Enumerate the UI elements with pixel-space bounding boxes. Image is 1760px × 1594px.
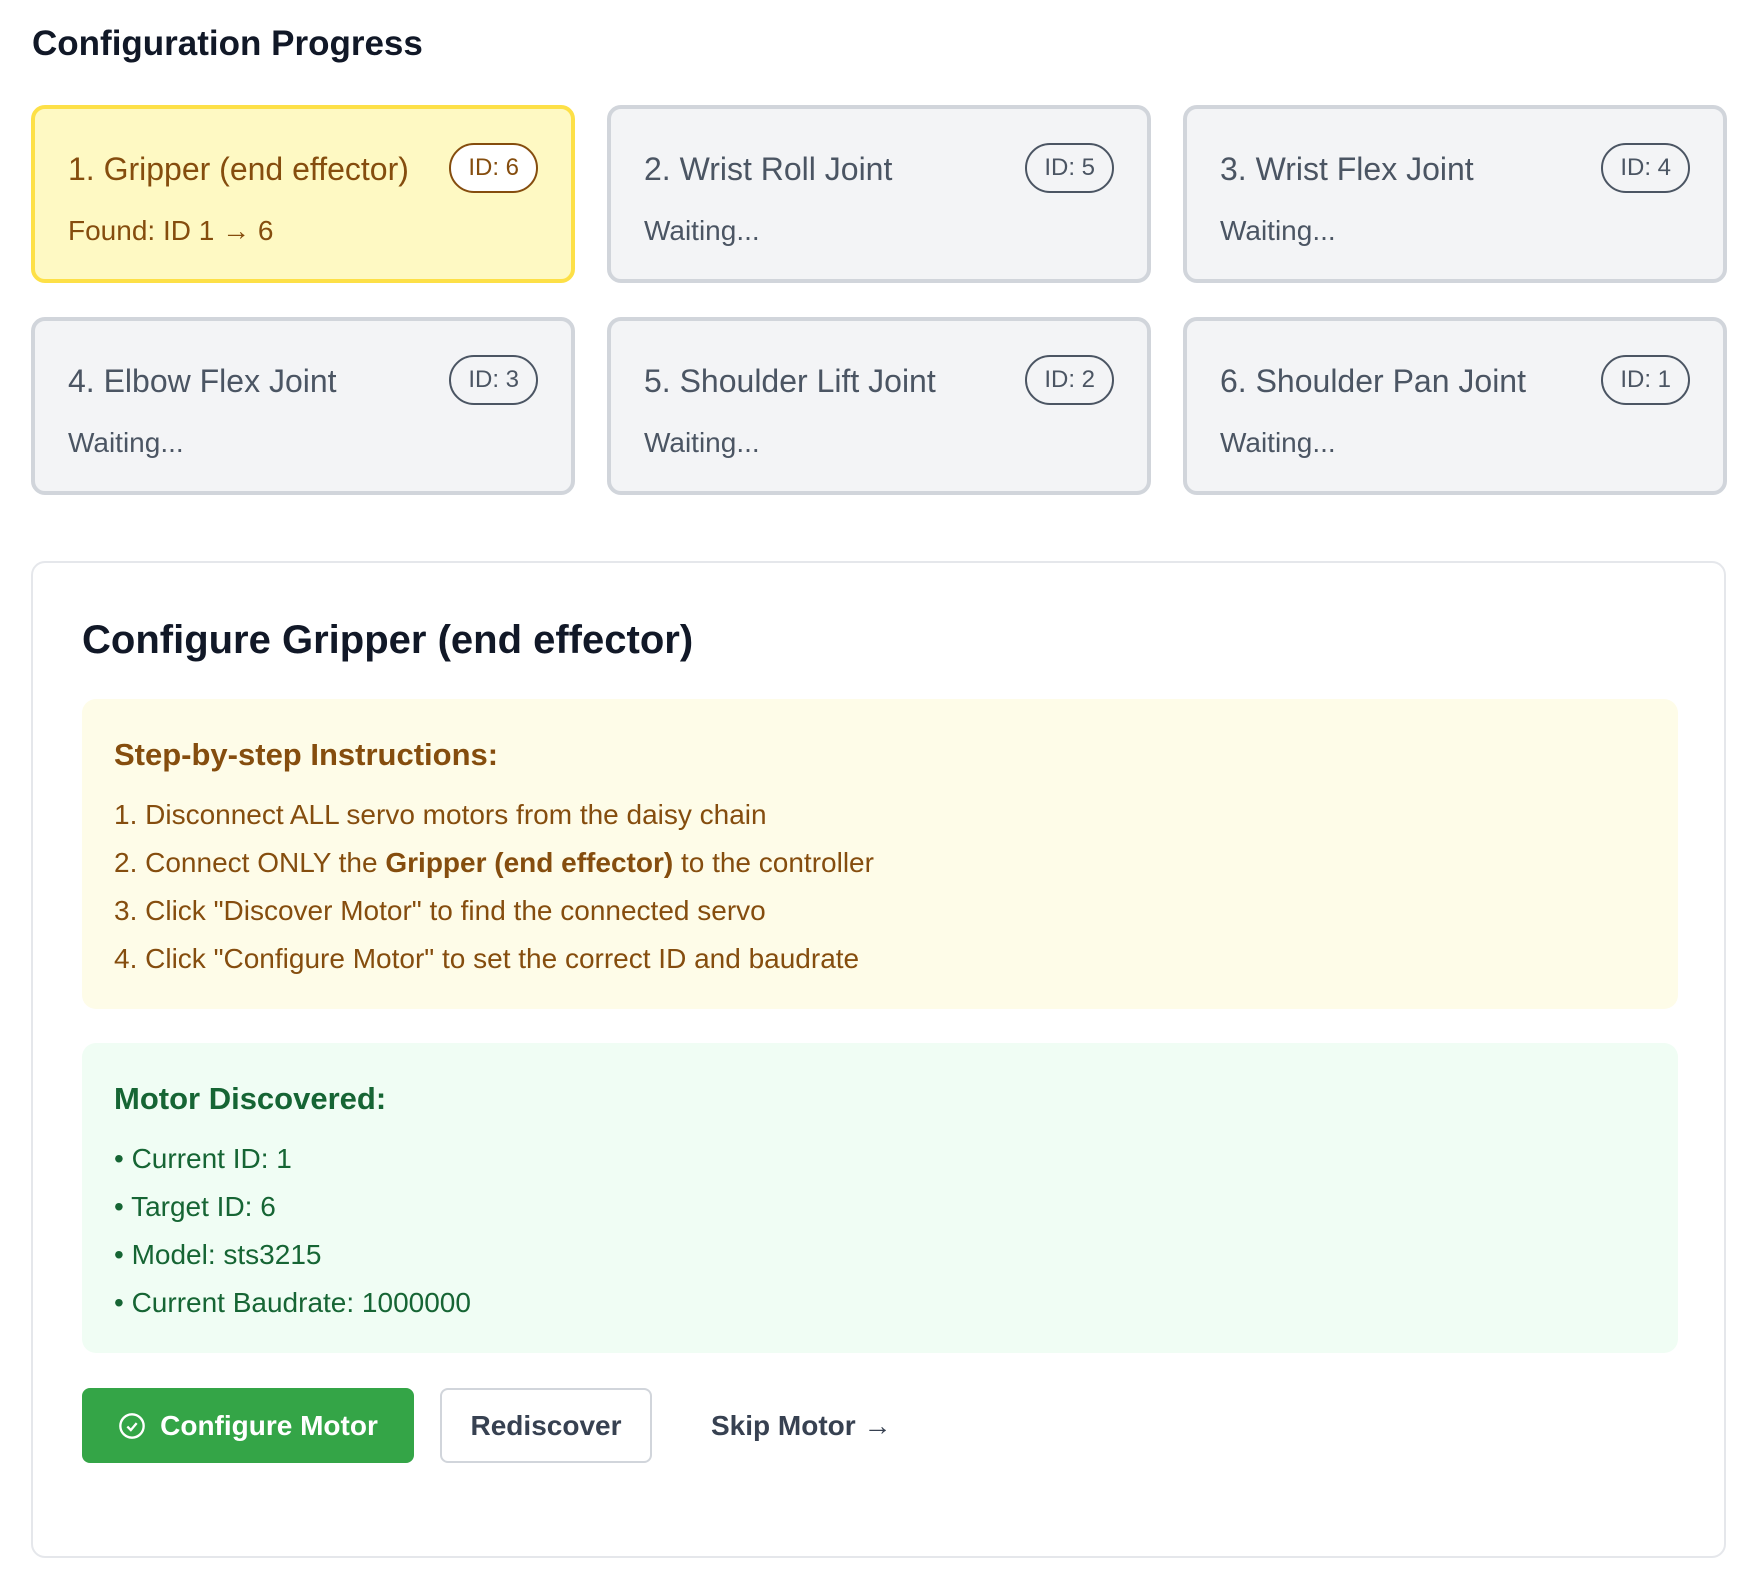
step-text: 2. Connect ONLY the — [114, 847, 386, 878]
motor-card-wrist-flex[interactable]: 3. Wrist Flex Joint ID: 4 Waiting... — [1183, 105, 1727, 283]
discovered-item: • Target ID: 6 — [114, 1191, 276, 1222]
motor-status: Waiting... — [1220, 215, 1336, 246]
button-label: Configure Motor — [160, 1409, 378, 1441]
discovered-heading: Motor Discovered: — [114, 1081, 387, 1116]
page-title: Configuration Progress — [32, 24, 423, 63]
instruction-step: 4. Click "Configure Motor" to set the co… — [114, 943, 860, 974]
motor-card-shoulder-lift[interactable]: 5. Shoulder Lift Joint ID: 2 Waiting... — [607, 317, 1151, 495]
id-badge: ID: 1 — [1601, 355, 1690, 405]
motor-status: Waiting... — [644, 215, 760, 246]
id-badge: ID: 3 — [449, 355, 538, 405]
motor-status: Found: ID 1 → 6 — [68, 215, 274, 246]
motor-status: Waiting... — [1220, 427, 1336, 458]
motor-status: Waiting... — [68, 427, 184, 458]
id-badge: ID: 6 — [449, 143, 538, 193]
step-text: to the controller — [673, 847, 874, 878]
step-motor-name: Gripper (end effector) — [385, 847, 674, 878]
motor-status: Waiting... — [644, 427, 760, 458]
motor-title: 3. Wrist Flex Joint — [1220, 151, 1474, 187]
discovered-box: Motor Discovered: • Current ID: 1 • Targ… — [82, 1043, 1678, 1353]
discovered-item: • Current Baudrate: 1000000 — [114, 1287, 471, 1318]
instruction-step: 3. Click "Discover Motor" to find the co… — [114, 895, 766, 926]
id-badge: ID: 5 — [1025, 143, 1114, 193]
discovered-item: • Current ID: 1 — [114, 1143, 292, 1174]
configure-panel: Configure Gripper (end effector) Step-by… — [31, 561, 1726, 1558]
id-badge: ID: 2 — [1025, 355, 1114, 405]
panel-title: Configure Gripper (end effector) — [82, 618, 694, 662]
motor-title: 4. Elbow Flex Joint — [68, 363, 337, 399]
motor-card-wrist-roll[interactable]: 2. Wrist Roll Joint ID: 5 Waiting... — [607, 105, 1151, 283]
motor-card-shoulder-pan[interactable]: 6. Shoulder Pan Joint ID: 1 Waiting... — [1183, 317, 1727, 495]
motor-title: 2. Wrist Roll Joint — [644, 151, 893, 187]
motor-title: 5. Shoulder Lift Joint — [644, 363, 936, 399]
instructions-box: Step-by-step Instructions: 1. Disconnect… — [82, 699, 1678, 1009]
instructions-heading: Step-by-step Instructions: — [114, 737, 499, 772]
skip-motor-button[interactable]: Skip Motor → — [711, 1388, 911, 1463]
id-badge: ID: 4 — [1601, 143, 1690, 193]
motor-card-gripper[interactable]: 1. Gripper (end effector) ID: 6 Found: I… — [31, 105, 575, 283]
configure-motor-button[interactable]: Configure Motor — [82, 1388, 414, 1463]
instruction-step: 1. Disconnect ALL servo motors from the … — [114, 799, 767, 830]
motor-card-elbow-flex[interactable]: 4. Elbow Flex Joint ID: 3 Waiting... — [31, 317, 575, 495]
rediscover-button[interactable]: Rediscover — [440, 1388, 652, 1463]
discovered-item: • Model: sts3215 — [114, 1239, 322, 1270]
motor-title: 1. Gripper (end effector) — [68, 151, 409, 187]
instruction-step: 2. Connect ONLY the Gripper (end effecto… — [114, 847, 874, 879]
motor-title: 6. Shoulder Pan Joint — [1220, 363, 1526, 399]
check-circle-icon — [119, 1412, 145, 1439]
